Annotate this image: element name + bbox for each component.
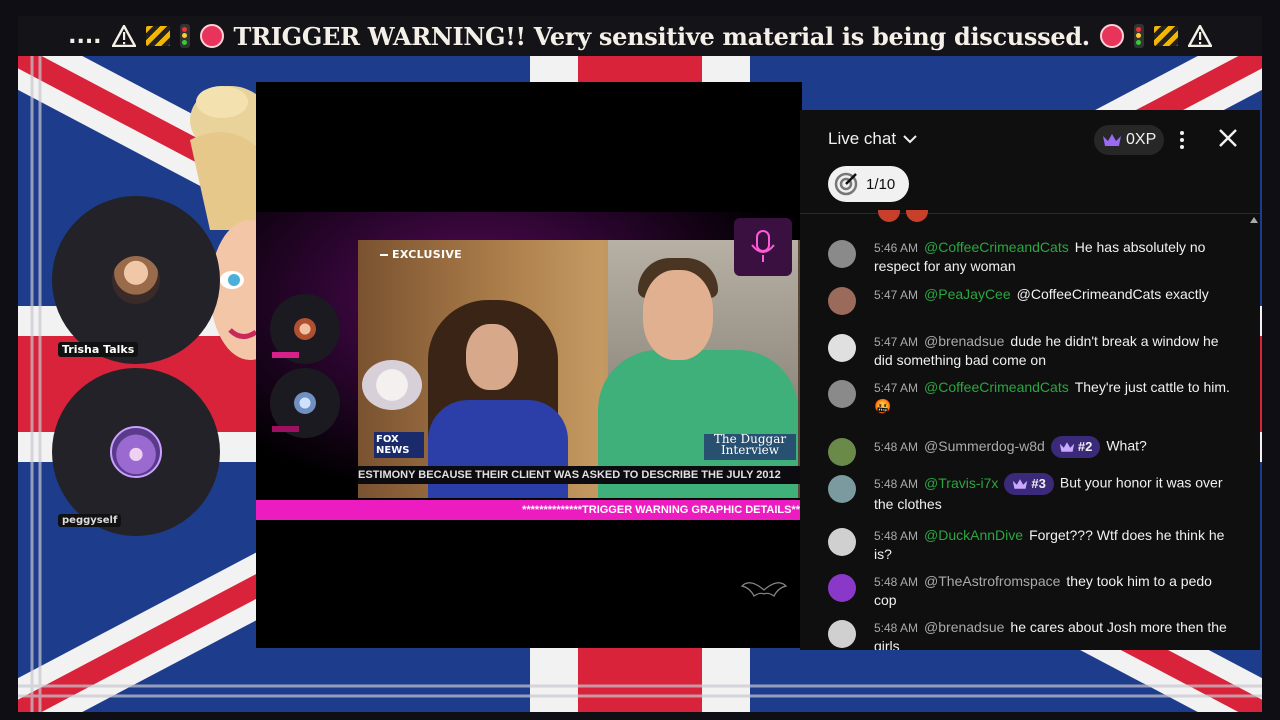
microphone-icon bbox=[751, 230, 775, 262]
video-player[interactable]: EXCLUSIVE FOX NEWS The Duggar Interview ES… bbox=[256, 82, 802, 648]
chat-author[interactable]: @CoffeeCrimeandCats bbox=[924, 239, 1069, 255]
chat-message-body: 5:48 AM @TheAstrofromspace they took him t… bbox=[874, 572, 1234, 609]
scroll-up-icon[interactable] bbox=[1250, 216, 1258, 224]
chat-timestamp: 5:48 AM bbox=[874, 529, 919, 543]
wings-watermark-icon bbox=[740, 582, 788, 597]
reaction-emojis bbox=[878, 210, 928, 222]
crown-icon bbox=[1013, 479, 1028, 489]
chat-message-body: 5:47 AM @CoffeeCrimeandCats They're just c… bbox=[874, 378, 1234, 415]
chat-message-body: 5:48 AM @Travis-i7x #3 But your honor it wa… bbox=[874, 473, 1234, 513]
chat-timestamp: 5:47 AM bbox=[874, 288, 919, 302]
chat-message-body: 5:46 AM @CoffeeCrimeandCats He has absolut… bbox=[874, 238, 1234, 275]
leaderboard-rank-badge: #3 bbox=[1004, 473, 1054, 495]
chat-message-body: 5:48 AM @Summerdog-w8d #2 What? bbox=[874, 436, 1234, 458]
chat-message-body: 5:48 AM @DuckAnnDive Forget??? Wtf does he… bbox=[874, 526, 1234, 563]
chat-avatar[interactable] bbox=[828, 380, 856, 408]
guest-avatar bbox=[110, 426, 162, 478]
chat-avatar[interactable] bbox=[828, 620, 856, 648]
podcast-mic-logo bbox=[734, 218, 792, 276]
chat-avatar[interactable] bbox=[828, 287, 856, 315]
chat-author[interactable]: @brenadsue bbox=[924, 619, 1004, 635]
goal-progress-label: 1/10 bbox=[866, 175, 896, 193]
chat-avatar[interactable] bbox=[828, 438, 856, 466]
chat-timestamp: 5:48 AM bbox=[874, 439, 919, 454]
crown-icon bbox=[1059, 442, 1075, 452]
guest-tile-2[interactable] bbox=[52, 368, 220, 536]
chat-timestamp: 5:48 AM bbox=[874, 621, 919, 635]
mini-guest-label bbox=[272, 352, 300, 358]
chat-message-body: 5:47 AM @brenadsue dude he didn't break a … bbox=[874, 332, 1234, 369]
red-circle-icon bbox=[1099, 24, 1124, 48]
rank-label: #2 bbox=[1077, 439, 1093, 454]
chat-message-text: What? bbox=[1106, 437, 1147, 454]
chat-message-body: 5:48 AM @brenadsue he cares about Josh mor… bbox=[874, 618, 1234, 650]
chat-timestamp: 5:48 AM bbox=[874, 476, 919, 491]
chat-avatar[interactable] bbox=[828, 475, 856, 503]
trigger-warning-banner: **************TRIGGER WARNING GRAPHIC DE… bbox=[256, 500, 802, 520]
traffic-light-icon bbox=[179, 24, 190, 48]
rank-label: #3 bbox=[1031, 476, 1046, 491]
construction-barrier-icon bbox=[145, 26, 170, 46]
chat-author[interactable]: @TheAstrofromspace bbox=[924, 573, 1060, 589]
crown-icon bbox=[1103, 134, 1121, 146]
exclusive-badge: EXCLUSIVE bbox=[380, 248, 462, 261]
chat-timestamp: 5:47 AM bbox=[874, 381, 919, 395]
chat-avatar[interactable] bbox=[828, 334, 856, 362]
chat-header: Live chat 0XP 1/10 bbox=[800, 110, 1260, 214]
chat-author[interactable]: @Summerdog-w8d bbox=[924, 438, 1045, 454]
chat-author[interactable]: @PeaJayCee bbox=[924, 286, 1011, 302]
live-chat-panel: Live chat 0XP 1/10 5:46 AM @CoffeeCrimean… bbox=[800, 110, 1260, 650]
chevron-down-icon bbox=[903, 135, 917, 144]
traffic-light-icon bbox=[1133, 24, 1144, 48]
chat-timestamp: 5:48 AM bbox=[874, 575, 919, 589]
trigger-warning-ticker: .... TRIGGER WARNING!! Very sensitive ma… bbox=[18, 16, 1262, 56]
ticker-prefix: .... bbox=[68, 23, 102, 49]
chat-mode-dropdown[interactable]: Live chat bbox=[828, 129, 918, 149]
warning-triangle-icon bbox=[111, 25, 136, 47]
construction-barrier-icon bbox=[1153, 26, 1178, 46]
show-title-graphic: The Duggar Interview bbox=[704, 433, 796, 460]
goal-target-icon bbox=[834, 172, 858, 196]
warning-triangle-icon bbox=[1187, 25, 1212, 47]
chat-author[interactable]: @CoffeeCrimeandCats bbox=[924, 379, 1069, 395]
chat-avatar[interactable] bbox=[828, 574, 856, 602]
chat-goal-progress[interactable]: 1/10 bbox=[828, 166, 910, 202]
chat-avatar[interactable] bbox=[828, 240, 856, 268]
chat-message-body: 5:47 AM @PeaJayCee @CoffeeCrimeandCats exa… bbox=[874, 285, 1234, 304]
mini-guest-label bbox=[272, 426, 300, 432]
chat-title: Live chat bbox=[828, 129, 897, 148]
ticker-text: TRIGGER WARNING!! Very sensitive materia… bbox=[233, 21, 1091, 51]
xp-button[interactable]: 0XP bbox=[1094, 125, 1165, 155]
more-options-icon[interactable] bbox=[1172, 126, 1192, 154]
leaderboard-rank-badge: #2 bbox=[1050, 436, 1101, 458]
chat-avatar[interactable] bbox=[828, 528, 856, 556]
chat-author[interactable]: @DuckAnnDive bbox=[924, 527, 1023, 543]
network-logo: FOX NEWS bbox=[374, 432, 424, 458]
chat-timestamp: 5:46 AM bbox=[874, 241, 919, 255]
guest-name-label: Trisha Talks bbox=[58, 342, 139, 357]
close-icon[interactable] bbox=[1216, 126, 1240, 150]
guest-avatar bbox=[112, 256, 160, 304]
chat-timestamp: 5:47 AM bbox=[874, 335, 919, 349]
guest-tile-1[interactable] bbox=[52, 196, 220, 364]
chat-author[interactable]: @Travis-i7x bbox=[924, 475, 998, 491]
xp-label: 0XP bbox=[1126, 131, 1157, 148]
guest-name-label: peggyself bbox=[58, 514, 122, 527]
news-lower-third: ESTIMONY BECAUSE THEIR CLIENT WAS ASKED … bbox=[358, 466, 800, 484]
chat-message-text: @CoffeeCrimeandCats exactly bbox=[1016, 286, 1209, 302]
chat-author[interactable]: @brenadsue bbox=[924, 333, 1004, 349]
red-circle-icon bbox=[199, 24, 224, 48]
